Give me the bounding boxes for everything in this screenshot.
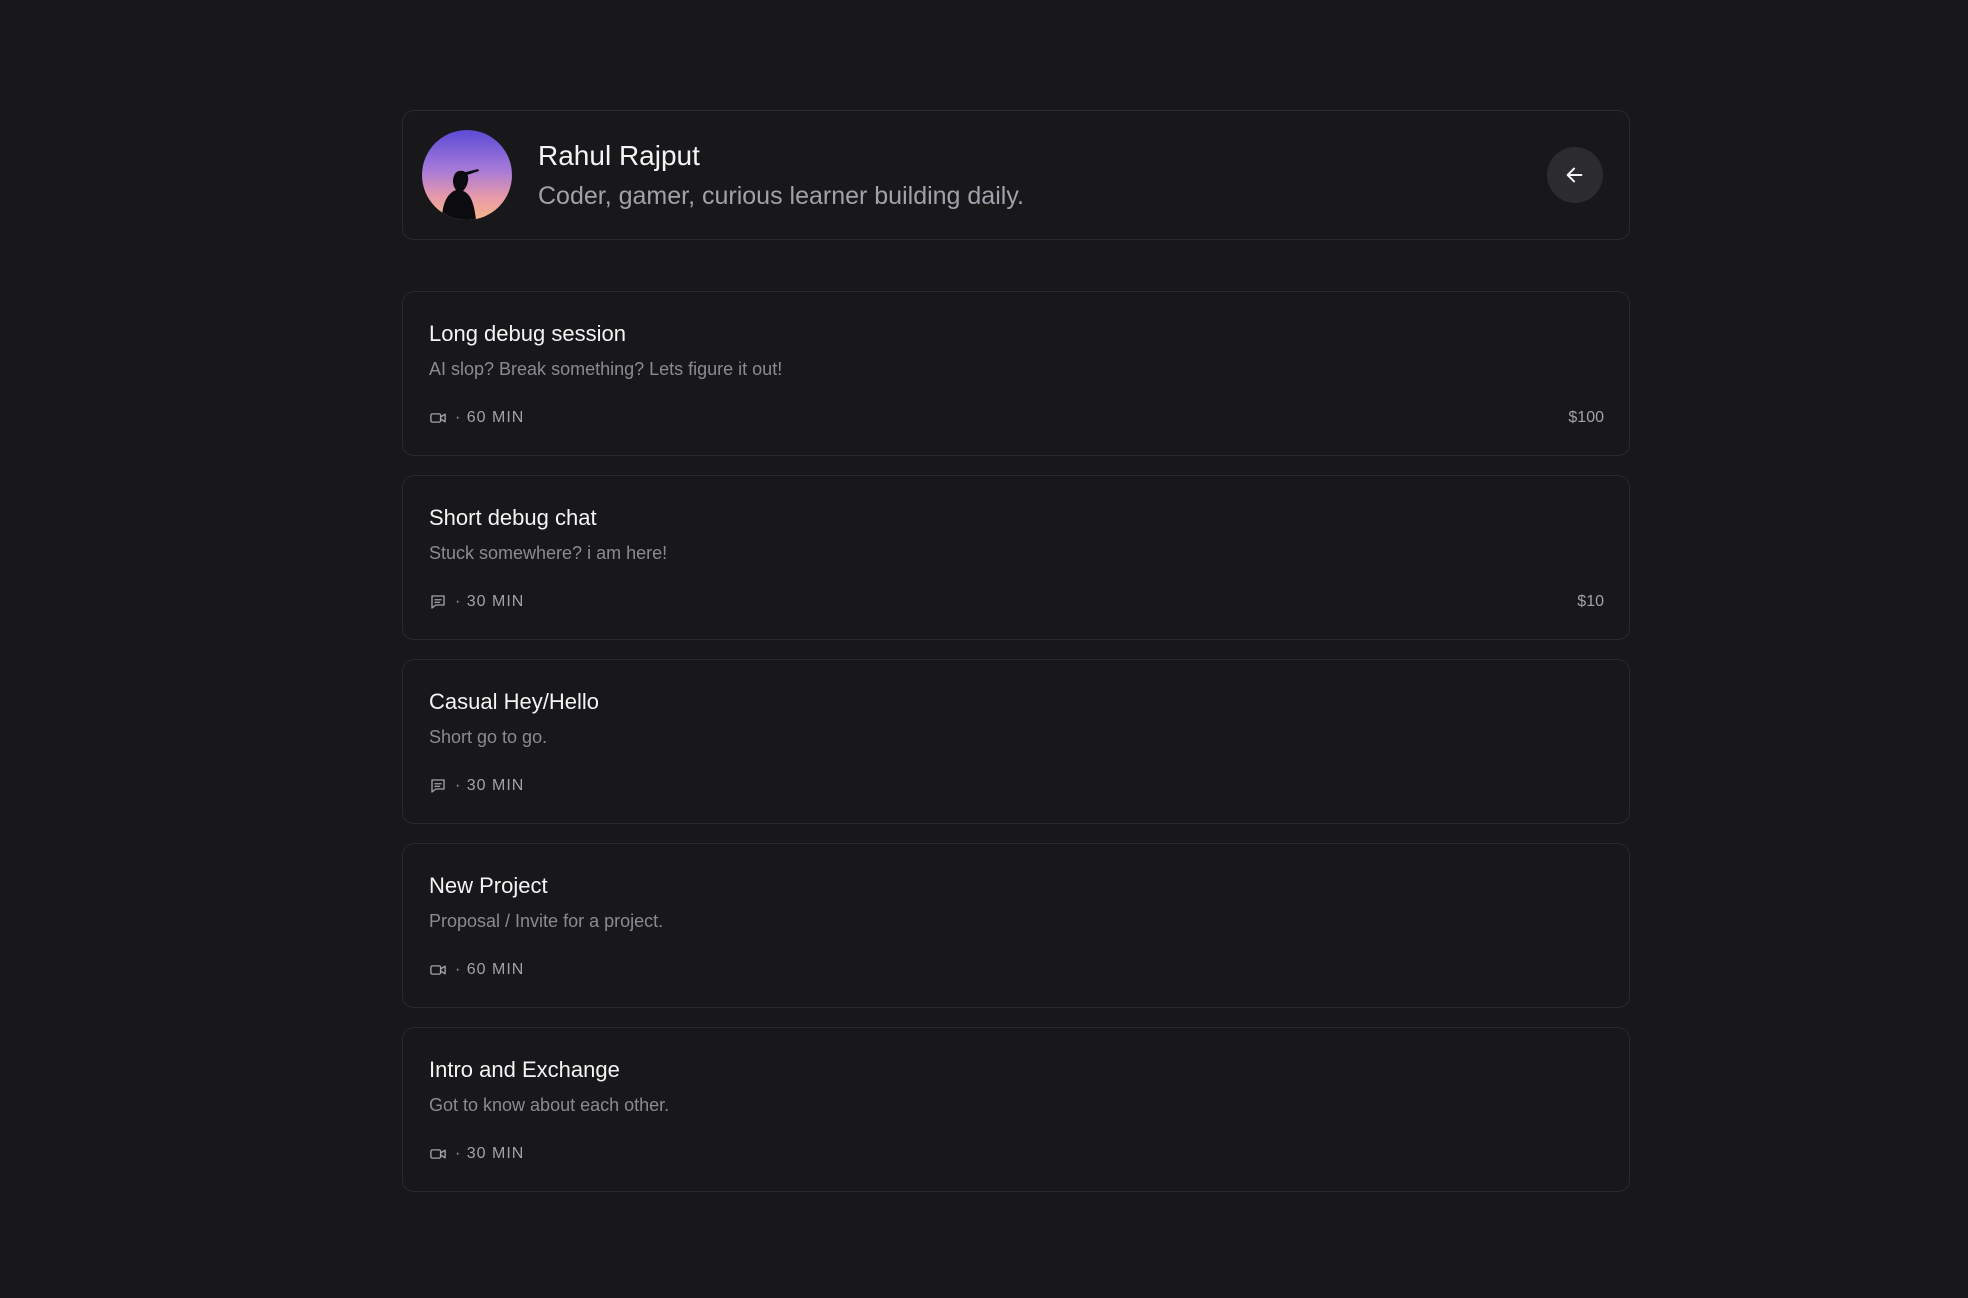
event-duration: · 30 MIN (455, 593, 525, 610)
event-card-new-project[interactable]: New Project Proposal / Invite for a proj… (402, 843, 1630, 1008)
event-title: New Project (429, 873, 548, 898)
event-description: Proposal / Invite for a project. (429, 911, 664, 931)
video-icon (429, 1145, 447, 1163)
event-card-short-debug-chat[interactable]: Short debug chat Stuck somewhere? i am h… (402, 475, 1630, 640)
profile-bio: Coder, gamer, curious learner building d… (538, 182, 1024, 210)
chat-icon (429, 593, 447, 611)
event-description: Short go to go. (429, 727, 548, 747)
profile-name: Rahul Rajput (538, 140, 700, 171)
event-meta: · 60 MIN (429, 409, 524, 427)
event-title: Casual Hey/Hello (429, 689, 599, 714)
event-duration: · 60 MIN (455, 409, 525, 426)
video-icon (429, 409, 447, 427)
event-price: $100 (1568, 409, 1604, 426)
profile-card: Rahul Rajput Coder, gamer, curious learn… (402, 110, 1630, 240)
event-description: AI slop? Break something? Lets figure it… (429, 359, 783, 379)
video-icon (429, 961, 447, 979)
chat-icon (429, 777, 447, 795)
arrow-left-icon (1564, 164, 1586, 186)
event-duration: · 60 MIN (455, 961, 525, 978)
event-title: Intro and Exchange (429, 1057, 620, 1082)
event-meta: · 30 MIN (429, 1145, 524, 1163)
event-meta: · 30 MIN (429, 777, 524, 795)
event-card-intro-and-exchange[interactable]: Intro and Exchange Got to know about eac… (402, 1027, 1630, 1192)
event-meta: · 30 MIN (429, 593, 524, 611)
event-price: $10 (1577, 593, 1604, 610)
back-button[interactable] (1547, 147, 1603, 203)
booking-page: Rahul Rajput Coder, gamer, curious learn… (402, 110, 1630, 1211)
event-title: Short debug chat (429, 505, 597, 530)
event-duration: · 30 MIN (455, 1145, 525, 1162)
event-list: Long debug session AI slop? Break someth… (402, 291, 1630, 1192)
event-description: Got to know about each other. (429, 1095, 670, 1115)
event-meta: · 60 MIN (429, 961, 524, 979)
event-title: Long debug session (429, 321, 626, 346)
event-card-long-debug-session[interactable]: Long debug session AI slop? Break someth… (402, 291, 1630, 456)
event-card-casual-hey-hello[interactable]: Casual Hey/Hello Short go to go. · 30 MI… (402, 659, 1630, 824)
profile-info: Rahul Rajput Coder, gamer, curious learn… (538, 138, 1547, 212)
event-description: Stuck somewhere? i am here! (429, 543, 668, 563)
avatar (422, 130, 512, 220)
event-duration: · 30 MIN (455, 777, 525, 794)
